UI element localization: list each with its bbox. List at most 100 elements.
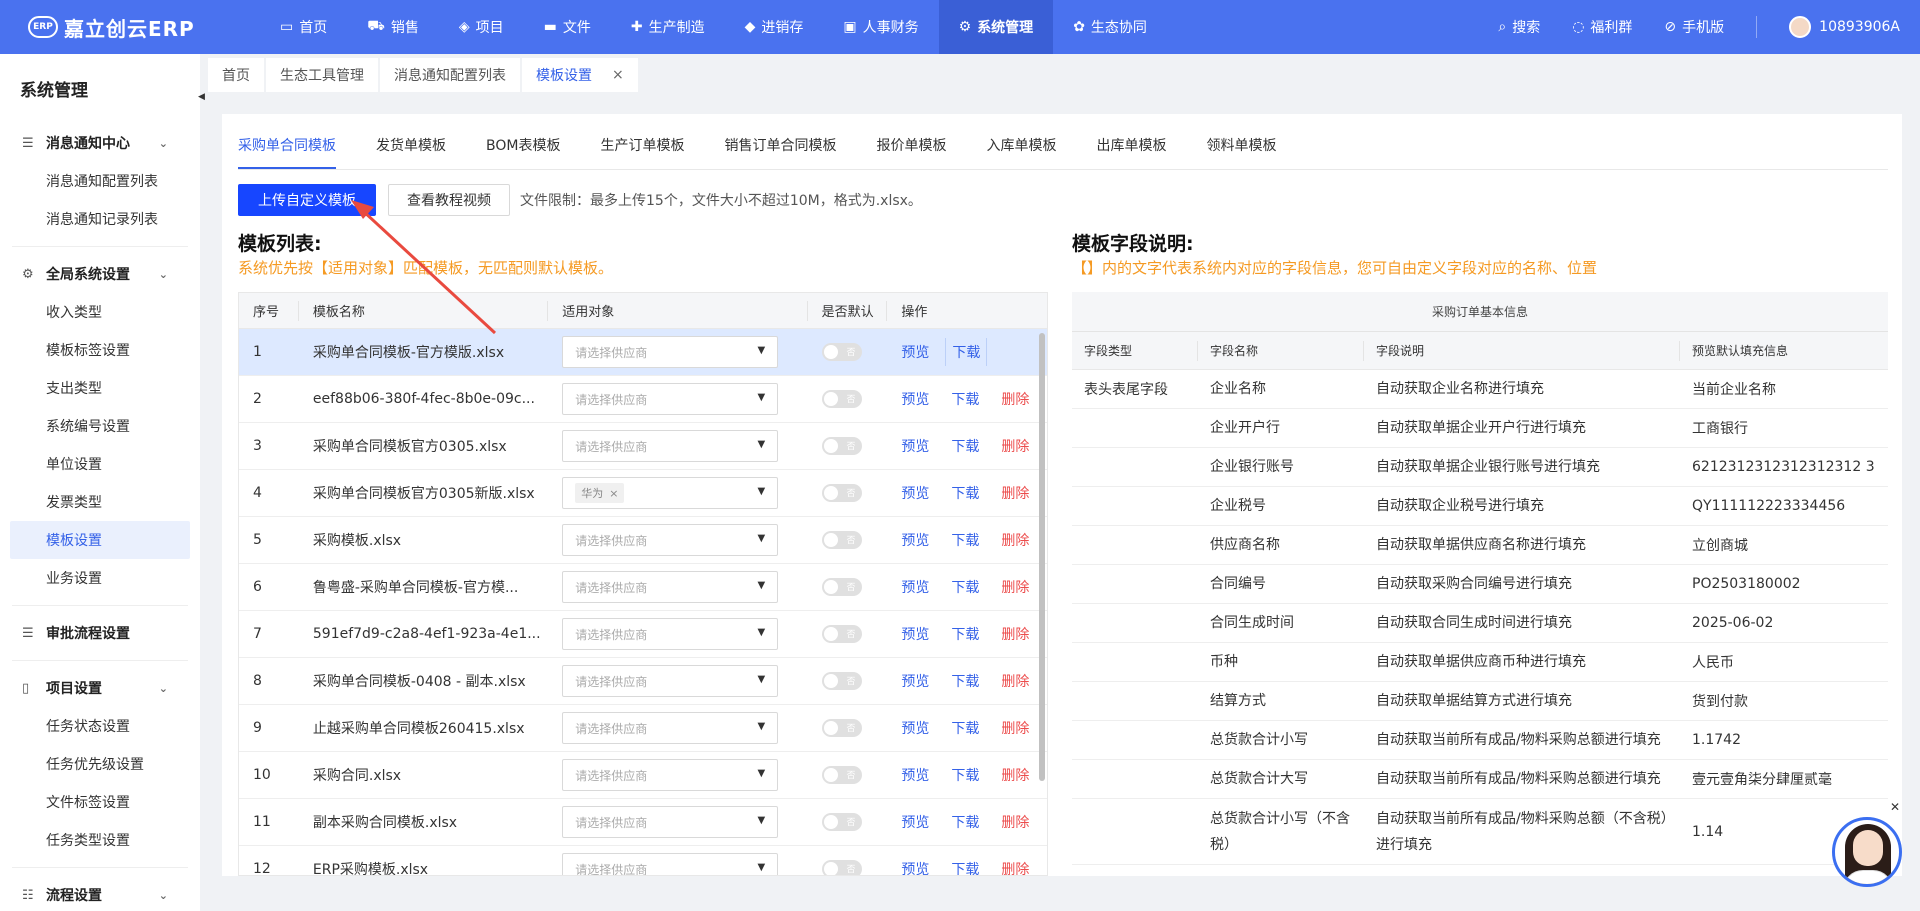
- preview-link[interactable]: 预览: [901, 483, 929, 503]
- nav-ecosystem[interactable]: ✿ 生态协同: [1053, 0, 1167, 54]
- mobile-button[interactable]: ⊘ 手机版: [1664, 17, 1724, 37]
- delete-link[interactable]: 删除: [1001, 718, 1029, 738]
- delete-link[interactable]: 删除: [1001, 812, 1029, 832]
- nav-hr-finance[interactable]: ▣ 人事财务: [823, 0, 938, 54]
- default-switch[interactable]: 否: [821, 860, 862, 875]
- download-link[interactable]: 下载: [951, 859, 979, 875]
- download-link[interactable]: 下载: [951, 436, 979, 456]
- subtab-inbound[interactable]: 入库单模板: [986, 135, 1056, 169]
- upload-template-button[interactable]: 上传自定义模板: [238, 184, 376, 216]
- user-menu[interactable]: 10893906A: [1789, 16, 1900, 38]
- supplier-select[interactable]: 请选择供应商 ▼: [562, 806, 779, 838]
- welfare-group-button[interactable]: ◌ 福利群: [1572, 17, 1632, 37]
- delete-link[interactable]: 删除: [1001, 530, 1029, 550]
- preview-link[interactable]: 预览: [901, 624, 929, 644]
- supplier-select[interactable]: 请选择供应商 ▼: [562, 524, 779, 556]
- tab-eco-tools[interactable]: 生态工具管理: [266, 58, 378, 92]
- preview-link[interactable]: 预览: [901, 718, 929, 738]
- subtab-quotation[interactable]: 报价单模板: [876, 135, 946, 169]
- supplier-select[interactable]: 请选择供应商 ▼: [562, 712, 779, 744]
- supplier-select[interactable]: 请选择供应商 ▼: [562, 430, 779, 462]
- close-icon[interactable]: ×: [612, 67, 624, 83]
- sidebar-item-template-settings[interactable]: 模板设置: [10, 521, 190, 559]
- delete-link[interactable]: 删除: [1001, 389, 1029, 409]
- subtab-delivery[interactable]: 发货单模板: [376, 135, 446, 169]
- sidebar-group-message[interactable]: ☰ 消息通知中心 ⌄: [0, 124, 200, 162]
- sidebar-item[interactable]: 发票类型: [0, 483, 200, 521]
- subtab-bom[interactable]: BOM表模板: [486, 135, 560, 169]
- preview-link[interactable]: 预览: [901, 765, 929, 785]
- default-switch[interactable]: 否: [821, 531, 862, 549]
- default-switch[interactable]: 否: [821, 484, 862, 502]
- delete-link[interactable]: 删除: [1001, 577, 1029, 597]
- nav-files[interactable]: ▬ 文件: [524, 0, 611, 54]
- supplier-select[interactable]: 华为 × ▼: [562, 477, 779, 509]
- delete-link[interactable]: 删除: [1001, 765, 1029, 785]
- preview-link[interactable]: 预览: [901, 671, 929, 691]
- default-switch[interactable]: 否: [821, 578, 862, 596]
- preview-link[interactable]: 预览: [901, 577, 929, 597]
- default-switch[interactable]: 否: [821, 672, 862, 690]
- download-link[interactable]: 下载: [951, 765, 979, 785]
- download-link[interactable]: 下载: [951, 671, 979, 691]
- default-switch[interactable]: 否: [821, 719, 862, 737]
- default-switch[interactable]: 否: [821, 343, 862, 361]
- tag-remove-icon[interactable]: ×: [609, 487, 618, 500]
- preview-link[interactable]: 预览: [901, 812, 929, 832]
- delete-link[interactable]: 删除: [1001, 859, 1029, 875]
- delete-link[interactable]: 删除: [1001, 624, 1029, 644]
- nav-inventory[interactable]: ◆ 进销存: [725, 0, 824, 54]
- tutorial-video-button[interactable]: 查看教程视频: [388, 184, 510, 216]
- preview-link[interactable]: 预览: [901, 530, 929, 550]
- collapse-sidebar-icon[interactable]: ◀: [198, 92, 208, 108]
- delete-link[interactable]: 删除: [1001, 436, 1029, 456]
- sidebar-item[interactable]: 消息通知配置列表: [0, 162, 200, 200]
- sidebar-item[interactable]: 单位设置: [0, 445, 200, 483]
- nav-project[interactable]: ◈ 项目: [439, 0, 524, 54]
- supplier-select[interactable]: 请选择供应商 ▼: [562, 383, 779, 415]
- subtab-material-requisition[interactable]: 领料单模板: [1206, 135, 1276, 169]
- supplier-select[interactable]: 请选择供应商 ▼: [562, 618, 779, 650]
- preview-link[interactable]: 预览: [901, 436, 929, 456]
- supplier-select[interactable]: 请选择供应商 ▼: [562, 571, 779, 603]
- subtab-outbound[interactable]: 出库单模板: [1096, 135, 1166, 169]
- sidebar-group-global[interactable]: ⚙ 全局系统设置 ⌄: [0, 255, 200, 293]
- default-switch[interactable]: 否: [821, 437, 862, 455]
- supplier-select[interactable]: 请选择供应商 ▼: [562, 336, 779, 368]
- tab-message-config[interactable]: 消息通知配置列表: [380, 58, 520, 92]
- sidebar-item[interactable]: 任务优先级设置: [0, 745, 200, 783]
- download-link[interactable]: 下载: [945, 338, 988, 366]
- delete-link[interactable]: 删除: [1001, 671, 1029, 691]
- subtab-sales-contract[interactable]: 销售订单合同模板: [724, 135, 836, 169]
- sidebar-item[interactable]: 业务设置: [0, 559, 200, 597]
- nav-home[interactable]: ▭ 首页: [260, 0, 347, 54]
- download-link[interactable]: 下载: [951, 718, 979, 738]
- download-link[interactable]: 下载: [951, 624, 979, 644]
- sidebar-item[interactable]: 收入类型: [0, 293, 200, 331]
- nav-sales[interactable]: ⛟ 销售: [347, 0, 439, 54]
- sidebar-item[interactable]: 文件标签设置: [0, 783, 200, 821]
- tab-template-settings[interactable]: 模板设置 ×: [522, 58, 638, 92]
- default-switch[interactable]: 否: [821, 625, 862, 643]
- app-logo[interactable]: ERP 嘉立创云ERP: [0, 13, 260, 42]
- assistant-avatar[interactable]: [1832, 817, 1902, 887]
- subtab-production-order[interactable]: 生产订单模板: [600, 135, 684, 169]
- default-switch[interactable]: 否: [821, 813, 862, 831]
- search-button[interactable]: ⌕ 搜索: [1498, 17, 1540, 37]
- sidebar-group-project[interactable]: ▯ 项目设置 ⌄: [0, 669, 200, 707]
- preview-link[interactable]: 预览: [901, 342, 929, 362]
- sidebar-item[interactable]: 系统编号设置: [0, 407, 200, 445]
- supplier-select[interactable]: 请选择供应商 ▼: [562, 665, 779, 697]
- download-link[interactable]: 下载: [951, 530, 979, 550]
- sidebar-item[interactable]: 任务类型设置: [0, 821, 200, 859]
- sidebar-group-approval[interactable]: ☰ 审批流程设置: [0, 614, 200, 652]
- scrollbar[interactable]: [1039, 333, 1045, 781]
- supplier-select[interactable]: 请选择供应商 ▼: [562, 853, 779, 875]
- sidebar-item[interactable]: 支出类型: [0, 369, 200, 407]
- preview-link[interactable]: 预览: [901, 859, 929, 875]
- download-link[interactable]: 下载: [951, 389, 979, 409]
- sidebar-group-process[interactable]: ☷ 流程设置 ⌄: [0, 876, 200, 911]
- nav-manufacturing[interactable]: ✚ 生产制造: [611, 0, 725, 54]
- download-link[interactable]: 下载: [951, 577, 979, 597]
- nav-system-management[interactable]: ⚙ 系统管理: [938, 0, 1054, 54]
